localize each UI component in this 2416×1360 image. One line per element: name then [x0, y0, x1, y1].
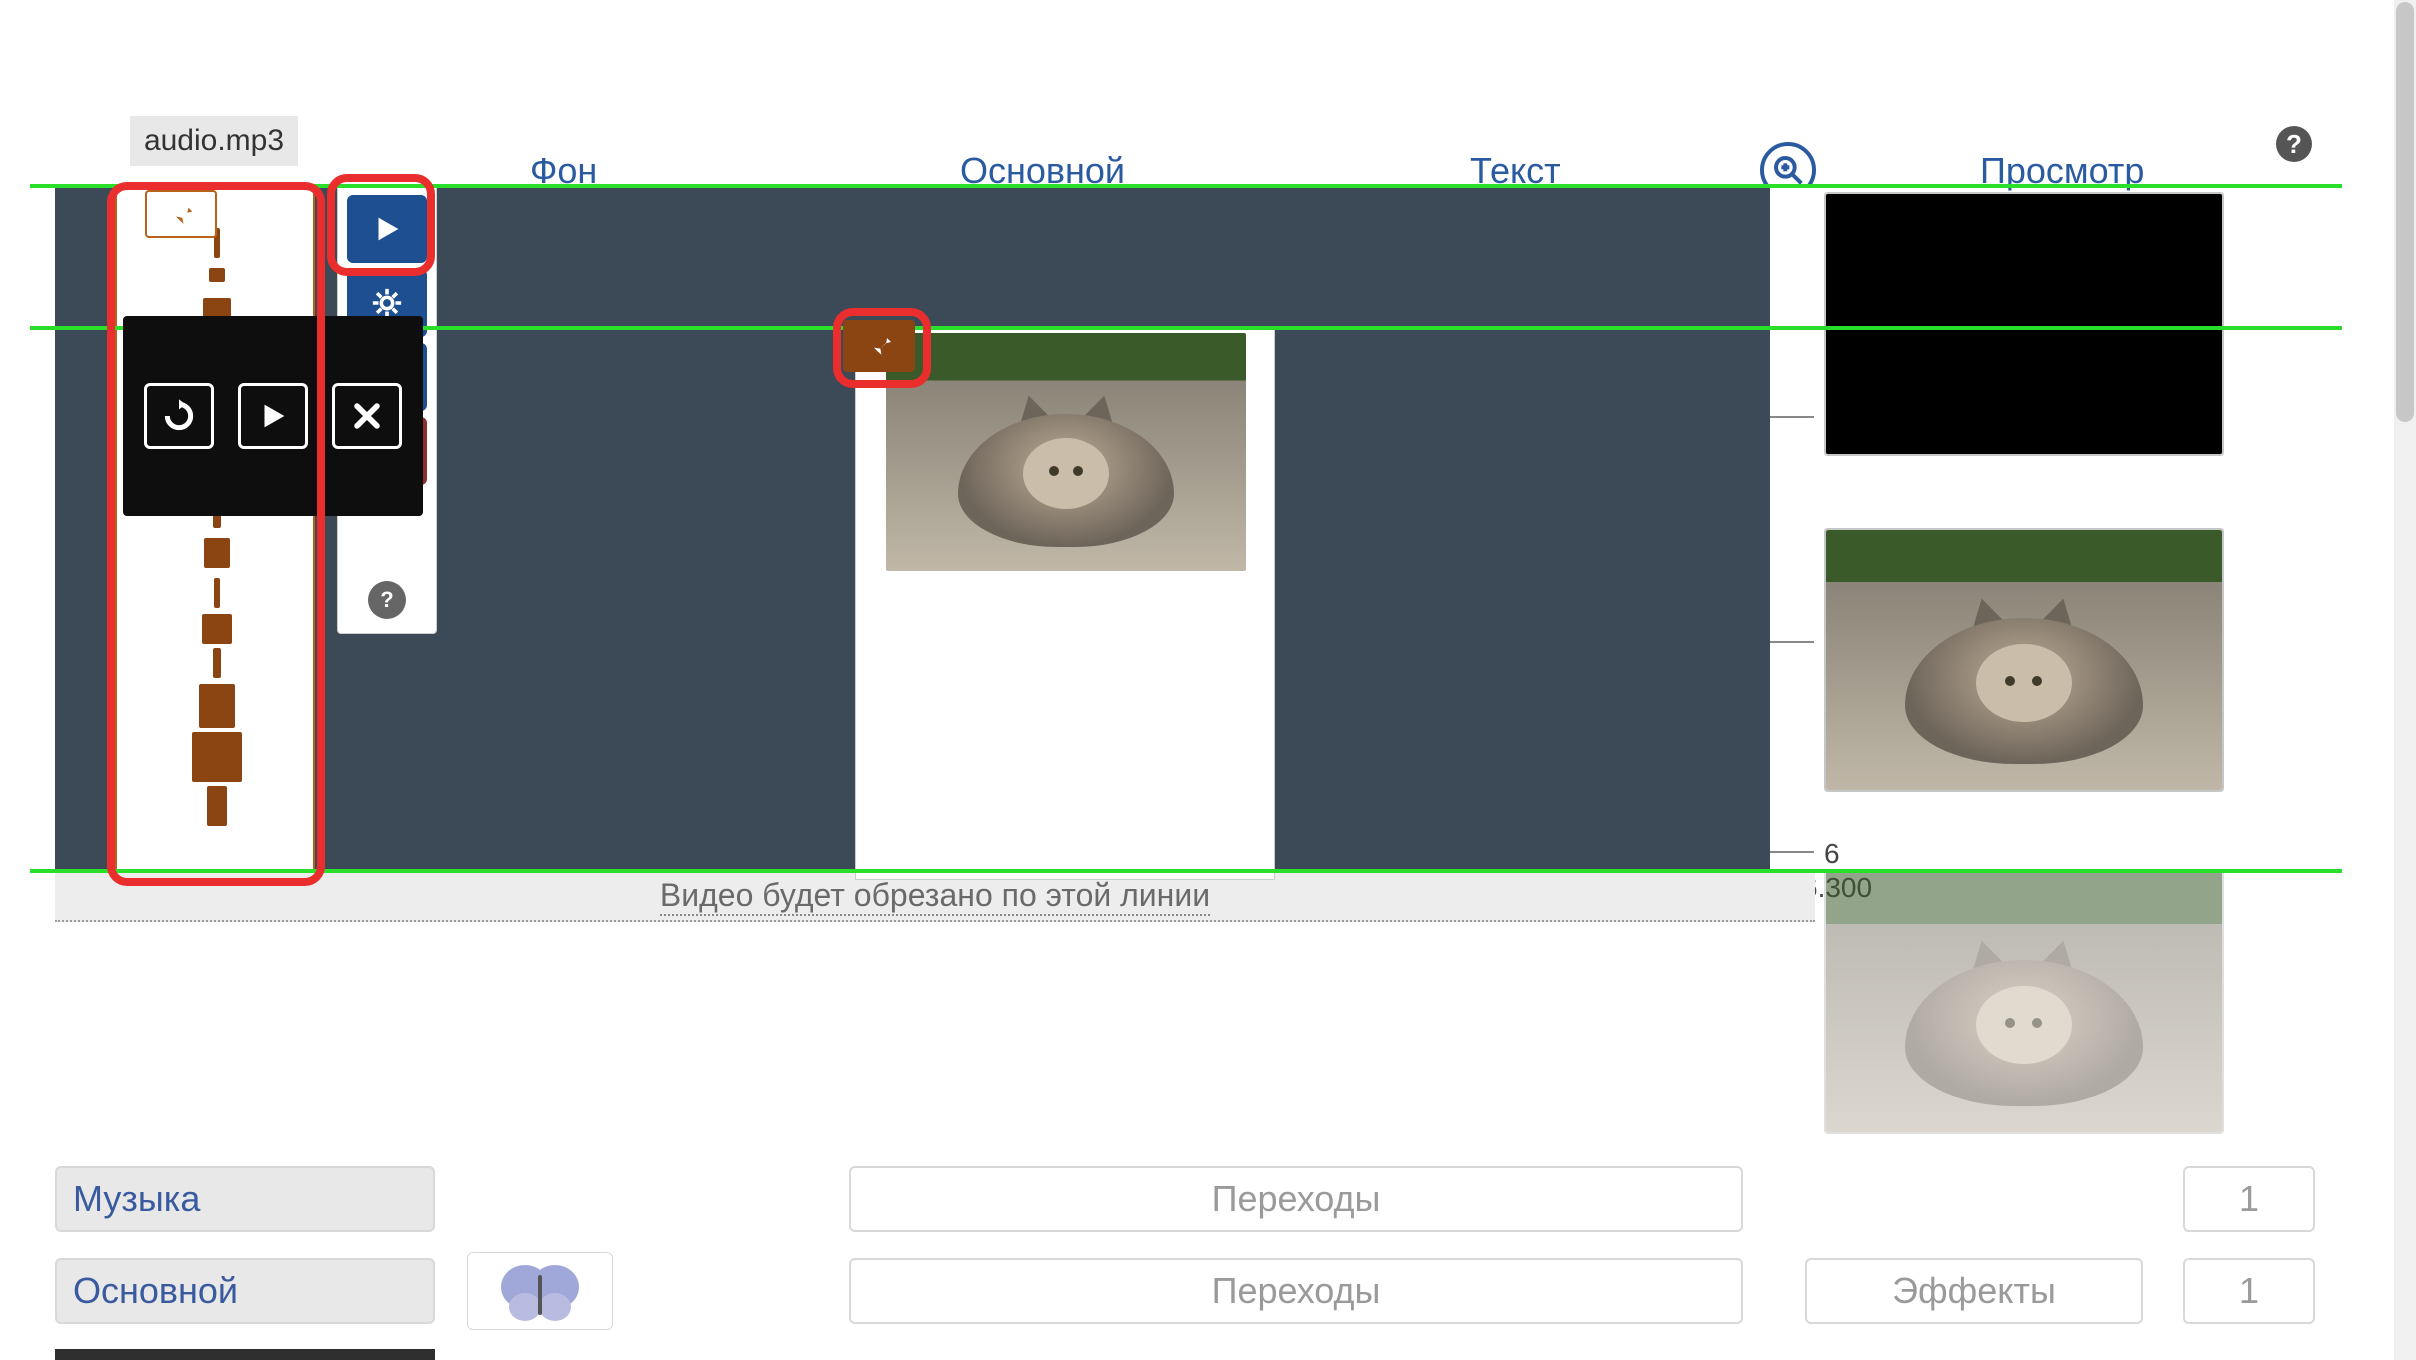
preview-image	[1826, 872, 2222, 1132]
audio-pin-button[interactable]	[145, 190, 217, 238]
timeline-marker-end	[30, 869, 2342, 873]
transitions-count[interactable]: 1	[2183, 1166, 2315, 1232]
transitions-button-2[interactable]: Переходы	[849, 1258, 1743, 1324]
play-icon	[256, 399, 290, 433]
popup-play-button[interactable]	[238, 383, 308, 449]
audio-popup-menu	[123, 316, 423, 516]
row-label-next-peek	[55, 1349, 435, 1360]
page-scrollbar[interactable]	[2394, 0, 2416, 1360]
track-help-icon[interactable]: ?	[368, 581, 406, 619]
magnifier-plus-icon	[1772, 154, 1804, 186]
popup-replay-button[interactable]	[144, 383, 214, 449]
replay-icon	[159, 396, 199, 436]
row-label-main[interactable]: Основной	[55, 1258, 435, 1324]
slide-thumbnail-chip[interactable]	[467, 1252, 613, 1330]
help-icon[interactable]: ?	[2276, 126, 2312, 162]
butterfly-icon	[495, 1259, 585, 1323]
cut-line-text: Видео будет обрезано по этой линии	[660, 877, 1210, 916]
audio-track[interactable]	[115, 186, 315, 876]
preview-frame-end[interactable]	[1824, 870, 2224, 1134]
pin-icon	[166, 199, 196, 229]
effects-button[interactable]: Эффекты	[1805, 1258, 2143, 1324]
row-label-music[interactable]: Музыка	[55, 1166, 435, 1232]
preview-frame-start[interactable]	[1824, 192, 2224, 456]
slide-pin-button[interactable]	[843, 320, 915, 372]
audio-waveform	[202, 208, 232, 858]
gear-icon	[370, 286, 404, 320]
track-play-button[interactable]	[347, 195, 427, 263]
preview-image	[1826, 530, 2222, 790]
close-icon	[350, 399, 384, 433]
play-icon	[370, 212, 404, 246]
transitions-button[interactable]: Переходы	[849, 1166, 1743, 1232]
preview-frame-current[interactable]	[1824, 528, 2224, 792]
main-slide-frame[interactable]	[855, 326, 1275, 880]
slide-thumbnail-image	[886, 333, 1246, 571]
pin-icon	[863, 330, 895, 362]
timeline-marker-start	[30, 184, 2342, 188]
popup-close-button[interactable]	[332, 383, 402, 449]
audio-track-tab[interactable]: audio.mp3	[130, 116, 298, 166]
effects-count[interactable]: 1	[2183, 1258, 2315, 1324]
ruler-tick-label: 6	[1824, 838, 1840, 870]
